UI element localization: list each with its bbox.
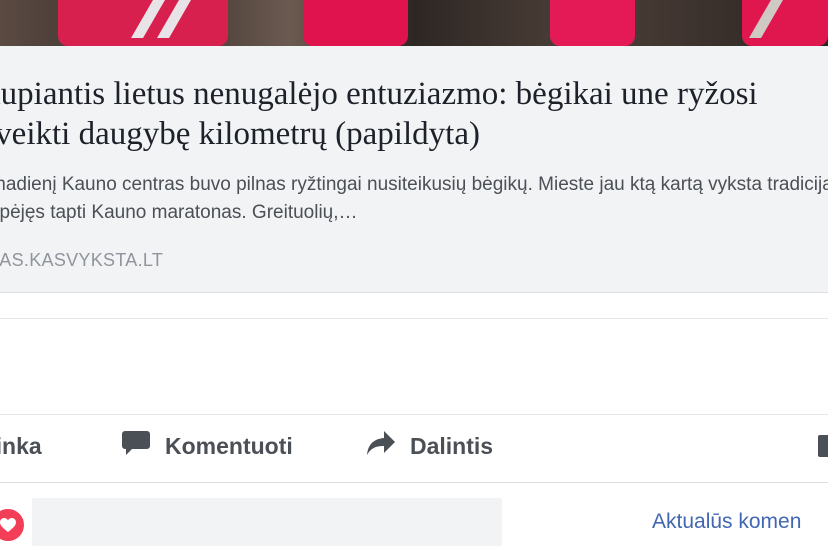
- heart-reaction-icon[interactable]: [0, 507, 26, 543]
- post-action-bar: tinka Komentuoti Dalintis: [0, 415, 828, 477]
- article-headline[interactable]: aupiantis lietus nenugalėjo entuziazmo: …: [0, 74, 826, 154]
- comment-label: Komentuoti: [165, 432, 293, 459]
- share-button[interactable]: Dalintis: [366, 415, 493, 477]
- comment-input[interactable]: [32, 498, 502, 546]
- article-domain: NAS.KASVYKSTA.LT: [0, 250, 164, 270]
- like-button[interactable]: tinka: [0, 415, 42, 477]
- shoe-shape: [303, 0, 408, 46]
- article-description: madienį Kauno centras buvo pilnas ryžtin…: [0, 174, 828, 223]
- share-arrow-icon: [366, 430, 396, 462]
- divider: [0, 318, 828, 319]
- shoe-shape: [742, 0, 828, 46]
- more-options-icon[interactable]: [818, 415, 828, 477]
- comment-sort-link[interactable]: Aktualūs komen: [652, 510, 801, 534]
- link-preview-image[interactable]: [0, 0, 828, 46]
- link-preview-card[interactable]: aupiantis lietus nenugalėjo entuziazmo: …: [0, 46, 828, 293]
- like-label: tinka: [0, 432, 42, 459]
- comment-button[interactable]: Komentuoti: [121, 415, 293, 477]
- share-label: Dalintis: [410, 432, 494, 459]
- divider: [0, 482, 828, 483]
- shoe-shape: [550, 0, 635, 46]
- comment-icon: [121, 429, 151, 463]
